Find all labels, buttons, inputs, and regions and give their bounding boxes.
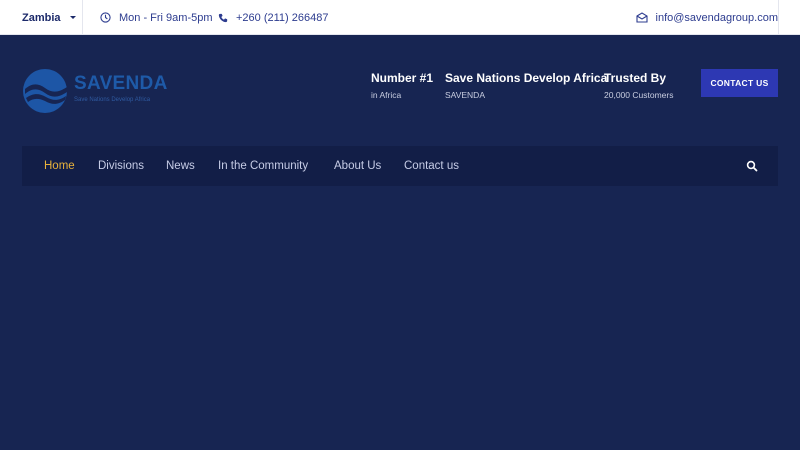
logo-brand: SAVENDA <box>74 73 168 94</box>
envelope-icon <box>635 12 648 23</box>
info-title: Trusted By <box>604 71 667 85</box>
search-icon[interactable] <box>746 160 758 172</box>
top-bar: Zambia Mon - Fri 9am-5pm +260 (211) 2664… <box>0 0 800 35</box>
info-title: Save Nations Develop Africa <box>445 71 608 85</box>
nav-item-contact[interactable]: Contact us <box>404 146 459 186</box>
business-hours: Mon - Fri 9am-5pm <box>100 0 213 35</box>
clock-icon <box>100 12 111 23</box>
savenda-logo-icon <box>23 69 67 113</box>
info-block-trust: Trusted By 20,000 Customers <box>604 71 673 100</box>
chevron-down-icon <box>69 16 76 19</box>
info-block-mission: Save Nations Develop Africa SAVENDA <box>445 71 607 100</box>
topbar-divider <box>778 0 779 35</box>
country-selector[interactable]: Zambia <box>0 0 83 35</box>
email-text: info@savendagroup.com <box>655 11 778 24</box>
phone-contact[interactable]: +260 (211) 266487 <box>218 0 328 35</box>
nav-item-home[interactable]: Home <box>44 146 75 186</box>
nav-item-divisions[interactable]: Divisions <box>98 146 144 186</box>
logo-tagline: Save Nations Develop Africa <box>74 97 151 103</box>
contact-us-button[interactable]: CONTACT US <box>701 69 778 97</box>
hours-text: Mon - Fri 9am-5pm <box>119 11 213 24</box>
country-label: Zambia <box>22 11 61 24</box>
nav-item-about[interactable]: About Us <box>334 146 381 186</box>
phone-icon <box>218 13 228 22</box>
nav-item-community[interactable]: In the Community <box>218 146 308 186</box>
phone-text: +260 (211) 266487 <box>236 11 329 24</box>
info-subtitle: SAVENDA <box>445 90 485 100</box>
site-logo[interactable]: SAVENDA Save Nations Develop Africa <box>22 68 167 114</box>
info-subtitle: in Africa <box>371 90 402 100</box>
nav-item-news[interactable]: News <box>166 146 195 186</box>
info-block-rank: Number #1 in Africa <box>371 71 433 100</box>
email-link[interactable]: info@savendagroup.com <box>635 0 778 35</box>
info-subtitle: 20,000 Customers <box>604 90 674 100</box>
info-title: Number #1 <box>371 71 434 85</box>
main-navigation: Home Divisions News In the Community Abo… <box>22 146 778 186</box>
